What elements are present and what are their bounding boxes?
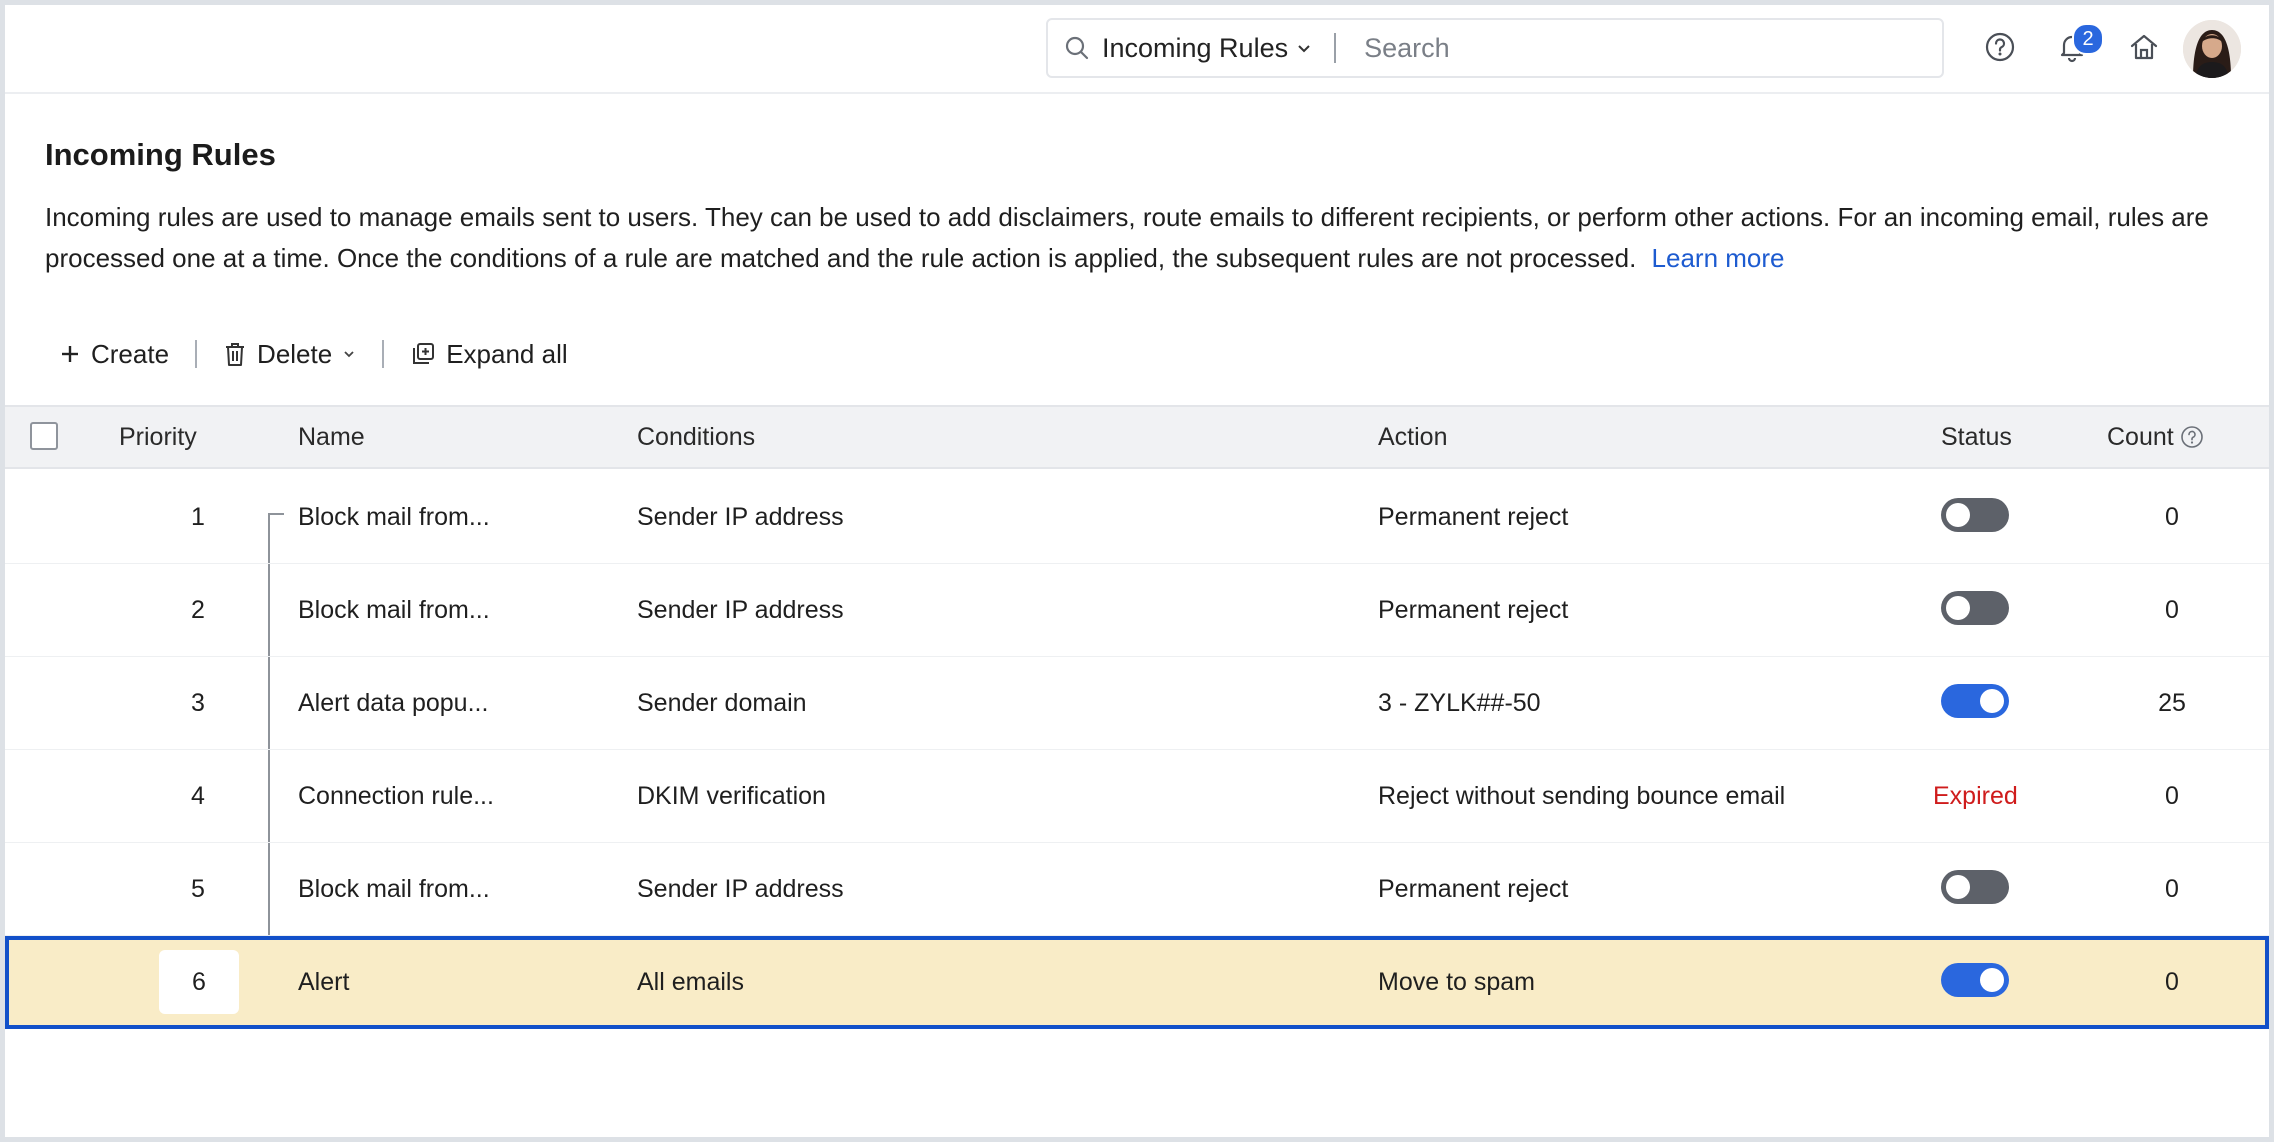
page-title: Incoming Rules — [45, 137, 276, 172]
row-action: Permanent reject — [1378, 503, 1569, 531]
search-scope-label: Incoming Rules — [1102, 32, 1289, 63]
search-icon — [1064, 34, 1092, 62]
toggle-knob — [1980, 689, 2004, 713]
row-conditions: Sender IP address — [637, 503, 844, 531]
home-icon[interactable] — [2122, 25, 2166, 69]
search-input[interactable] — [1362, 31, 1927, 65]
row-count: 25 — [2158, 689, 2186, 717]
table-row[interactable]: 1 Block mail from... Sender IP address P… — [5, 471, 2269, 564]
priority-edit-field[interactable]: 6 — [159, 950, 239, 1014]
table-row[interactable]: 2 Block mail from... Sender IP address P… — [5, 564, 2269, 657]
chevron-down-icon — [1296, 40, 1312, 56]
row-name[interactable]: Block mail from... — [298, 471, 490, 564]
row-count: 0 — [2165, 782, 2179, 810]
toolbar-divider — [382, 340, 385, 368]
app-frame: Incoming Rules 2 — [5, 5, 2269, 1137]
column-header-name[interactable]: Name — [298, 407, 365, 467]
row-priority: 4 — [191, 782, 205, 810]
status-toggle[interactable] — [1941, 870, 2009, 904]
expand-all-label: Expand all — [446, 338, 568, 369]
status-toggle[interactable] — [1941, 684, 2009, 718]
row-priority: 1 — [191, 503, 205, 531]
search-divider — [1334, 33, 1337, 63]
user-avatar[interactable] — [2183, 20, 2241, 78]
column-header-status[interactable]: Status — [1941, 407, 2012, 467]
row-conditions: Sender IP address — [637, 875, 844, 903]
row-count: 0 — [2165, 596, 2179, 624]
table-row-selected[interactable]: 6 Alert All emails Move to spam 0 — [5, 936, 2269, 1029]
create-label: Create — [91, 338, 170, 369]
toggle-knob — [1946, 596, 1970, 620]
row-action: Permanent reject — [1378, 875, 1569, 903]
table-row[interactable]: 3 Alert data popu... Sender domain 3 - Z… — [5, 657, 2269, 750]
expand-all-icon — [410, 341, 436, 367]
row-name[interactable]: Block mail from... — [298, 564, 490, 657]
row-priority: 5 — [191, 875, 205, 903]
column-header-count-label: Count — [2107, 422, 2174, 451]
row-count: 0 — [2165, 503, 2179, 531]
status-toggle[interactable] — [1941, 963, 2009, 997]
notification-count-badge: 2 — [2072, 23, 2104, 55]
toggle-knob — [1946, 875, 1970, 899]
column-header-action[interactable]: Action — [1378, 407, 1447, 467]
delete-dropdown-button[interactable]: Delete — [223, 339, 356, 370]
column-header-priority[interactable]: Priority — [119, 407, 197, 467]
row-name[interactable]: Block mail from... — [298, 843, 490, 936]
row-priority: 3 — [191, 689, 205, 717]
table-header: Priority Name Conditions Action Status C… — [5, 405, 2269, 469]
table-row[interactable]: 5 Block mail from... Sender IP address P… — [5, 843, 2269, 936]
help-icon[interactable] — [2180, 425, 2204, 449]
select-all-checkbox[interactable] — [30, 422, 58, 450]
row-count: 0 — [2165, 968, 2179, 996]
notification-bell-icon[interactable]: 2 — [2050, 23, 2104, 69]
toggle-knob — [1980, 968, 2004, 992]
toolbar-divider — [195, 340, 198, 368]
row-conditions: Sender domain — [637, 689, 807, 717]
row-action: Permanent reject — [1378, 596, 1569, 624]
status-toggle[interactable] — [1941, 498, 2009, 532]
chevron-down-icon — [342, 347, 356, 361]
help-icon[interactable] — [1978, 25, 2022, 69]
row-conditions: Sender IP address — [637, 596, 844, 624]
row-priority: 2 — [191, 596, 205, 624]
row-name[interactable]: Alert — [298, 936, 349, 1029]
expand-all-button[interactable]: Expand all — [410, 338, 568, 370]
description-text: Incoming rules are used to manage emails… — [45, 202, 2209, 273]
row-action: Reject without sending bounce email — [1378, 782, 1786, 810]
column-header-conditions[interactable]: Conditions — [637, 407, 755, 467]
trash-icon — [223, 341, 247, 367]
search-scope-dropdown[interactable]: Incoming Rules — [1102, 33, 1312, 64]
row-conditions: All emails — [637, 968, 744, 996]
row-action: 3 - ZYLK##-50 — [1378, 689, 1541, 717]
search-bar[interactable]: Incoming Rules — [1046, 18, 1944, 78]
learn-more-link[interactable]: Learn more — [1652, 243, 1785, 273]
row-count: 0 — [2165, 875, 2179, 903]
create-button[interactable]: Create — [59, 339, 169, 370]
row-name[interactable]: Alert data popu... — [298, 657, 488, 750]
top-bar: Incoming Rules 2 — [5, 5, 2269, 94]
toolbar: Create Delete Expand all — [59, 336, 568, 372]
row-action: Move to spam — [1378, 968, 1536, 996]
page-description: Incoming rules are used to manage emails… — [45, 197, 2235, 279]
column-header-count[interactable]: Count — [2107, 407, 2204, 467]
row-conditions: DKIM verification — [637, 782, 826, 810]
status-expired-label: Expired — [1933, 782, 2018, 810]
status-toggle[interactable] — [1941, 591, 2009, 625]
delete-label: Delete — [257, 338, 333, 369]
row-name[interactable]: Connection rule... — [298, 750, 494, 843]
table-row[interactable]: 4 Connection rule... DKIM verification R… — [5, 750, 2269, 843]
toggle-knob — [1946, 503, 1970, 527]
plus-icon — [59, 343, 81, 365]
